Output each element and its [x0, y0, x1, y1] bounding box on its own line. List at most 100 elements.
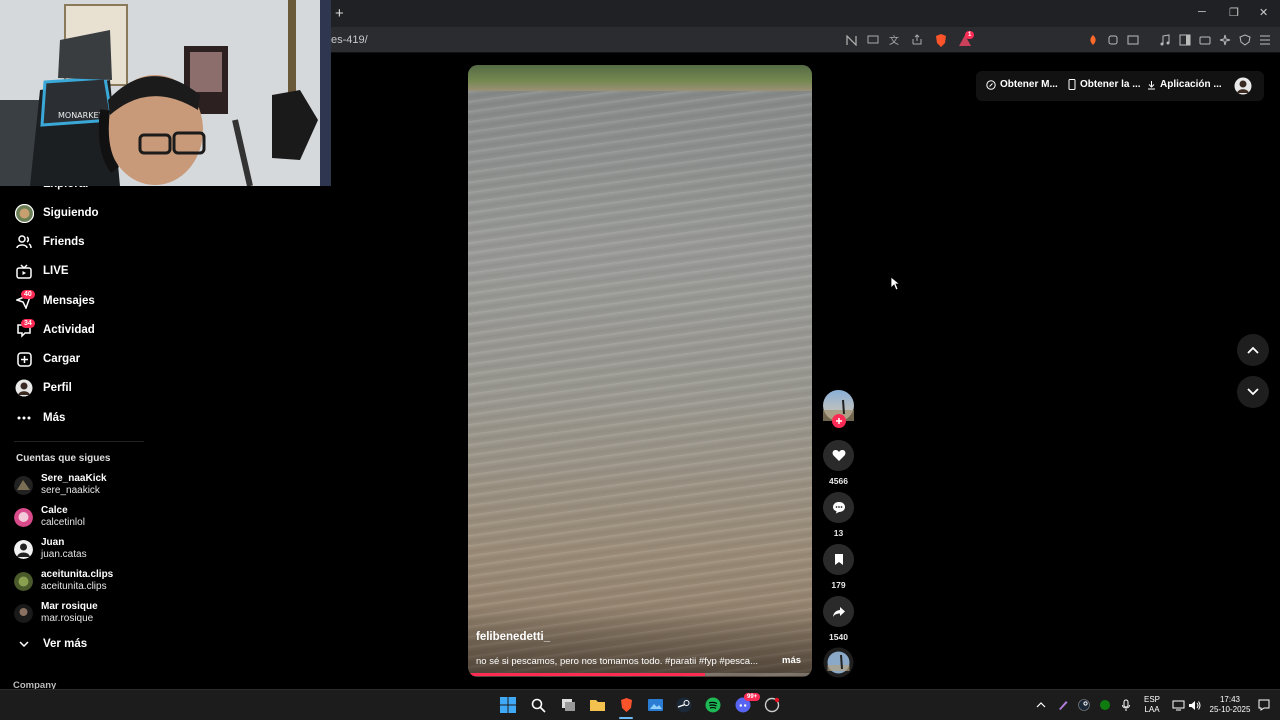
sidebar-item-following[interactable]: Siguiendo — [14, 202, 99, 224]
steam-tray-icon[interactable] — [1074, 695, 1094, 715]
sidebar-item-label: Friends — [43, 236, 85, 248]
plus-box-icon — [14, 349, 34, 369]
friends-icon — [14, 232, 34, 252]
sidebar-toggle-icon[interactable] — [1177, 32, 1193, 48]
chevron-down-icon — [14, 634, 34, 654]
share-button[interactable] — [823, 596, 854, 627]
steam-icon[interactable] — [674, 695, 694, 715]
xbox-tray-icon[interactable] — [1095, 695, 1115, 715]
see-more-button[interactable]: Ver más — [14, 633, 87, 655]
sidebar-item-more[interactable]: Más — [14, 407, 65, 429]
leo-ai-icon[interactable] — [1217, 32, 1233, 48]
sidebar-item-profile[interactable]: Perfil — [14, 377, 72, 399]
account-name: Juan — [41, 537, 65, 548]
fire-extension-icon[interactable] — [1085, 32, 1101, 48]
wallet-icon[interactable] — [1197, 32, 1213, 48]
comment-button[interactable] — [823, 492, 854, 523]
video-description: no sé si pescamos, pero nos tomamos todo… — [476, 656, 758, 667]
account-name: aceitunita.clips — [41, 569, 114, 580]
brave-browser-icon[interactable] — [616, 695, 636, 715]
language-code: ESP — [1143, 695, 1160, 704]
account-handle: aceitunita.clips — [41, 581, 107, 592]
get-more-button[interactable]: Obtener M... — [986, 79, 1058, 90]
spotify-icon[interactable] — [703, 695, 723, 715]
video-shoreline — [468, 65, 812, 91]
search-icon[interactable] — [528, 695, 548, 715]
download-icon — [1148, 80, 1155, 89]
sound-disc[interactable] — [823, 647, 854, 678]
sidebar-item-upload[interactable]: Cargar — [14, 348, 80, 370]
live-tv-icon — [14, 261, 34, 281]
follow-plus-button[interactable] — [832, 414, 846, 428]
previous-video-button[interactable] — [1237, 334, 1269, 366]
following-account[interactable]: Mar rosique mar.rosique — [14, 600, 98, 626]
account-avatar — [14, 507, 33, 527]
save-button[interactable] — [823, 544, 854, 575]
new-tab-button[interactable]: + — [335, 5, 344, 22]
clock[interactable]: 17:43 25-10-2025 — [1206, 695, 1254, 715]
get-app-button[interactable]: Obtener la ... — [1068, 79, 1141, 90]
tray-overflow-icon[interactable] — [1031, 695, 1051, 715]
microphone-icon[interactable] — [1116, 695, 1136, 715]
heart-icon — [832, 449, 845, 461]
sidebar-item-label: Mensajes — [43, 295, 95, 307]
close-window-button[interactable]: ✕ — [1259, 6, 1268, 19]
minimize-button[interactable]: ─ — [1198, 6, 1206, 18]
cast-icon[interactable] — [865, 32, 881, 48]
extensions-icon[interactable] — [1105, 32, 1121, 48]
game-bar-icon[interactable] — [762, 695, 782, 715]
share-icon[interactable] — [909, 32, 925, 48]
video-progress-bar[interactable] — [468, 673, 812, 676]
following-account[interactable]: Calce calcetinlol — [14, 504, 85, 530]
screenshot-icon[interactable] — [1125, 32, 1141, 48]
phone-icon — [1068, 79, 1076, 90]
comment-count: 13 — [833, 528, 844, 538]
vpn-icon[interactable] — [1237, 32, 1253, 48]
account-avatar — [14, 475, 33, 495]
sidebar-divider — [14, 441, 144, 442]
svg-text:文: 文 — [889, 34, 899, 46]
sidebar-item-friends[interactable]: Friends — [14, 231, 85, 253]
get-app-label: Obtener la ... — [1080, 79, 1141, 90]
account-avatar — [14, 539, 33, 559]
webcam-overlay: MONARKEY — [0, 0, 331, 186]
video-more-button[interactable]: más — [782, 655, 801, 666]
reader-mode-icon[interactable] — [843, 32, 859, 48]
user-avatar[interactable] — [1234, 77, 1252, 95]
download-app-button[interactable]: Aplicación ... — [1147, 79, 1222, 90]
media-icon[interactable] — [1157, 32, 1173, 48]
download-app-label: Aplicación ... — [1160, 79, 1222, 90]
url-text[interactable]: es-419/ — [331, 34, 368, 46]
sidebar-item-label: LIVE — [43, 265, 69, 277]
account-avatar — [14, 603, 33, 623]
keyboard-layout: LAA — [1144, 705, 1160, 714]
pen-tray-icon[interactable] — [1053, 695, 1073, 715]
webcam-image: MONARKEY — [0, 0, 331, 186]
input-language[interactable]: ESP LAA — [1140, 695, 1164, 715]
restore-button[interactable]: ❐ — [1229, 6, 1239, 19]
notifications-icon[interactable] — [1254, 695, 1274, 715]
like-count: 4566 — [829, 476, 848, 486]
volume-icon[interactable] — [1184, 695, 1204, 715]
video-player[interactable]: felibenedetti_ no sé si pescamos, pero n… — [468, 65, 812, 677]
following-account[interactable]: Sere_naaKick sere_naakick — [14, 472, 107, 498]
translate-icon[interactable]: 文 — [887, 32, 903, 48]
menu-icon[interactable] — [1257, 32, 1273, 48]
video-author[interactable]: felibenedetti_ — [476, 631, 550, 643]
sidebar-item-live[interactable]: LIVE — [14, 260, 69, 282]
active-app-indicator — [619, 717, 633, 719]
get-more-label: Obtener M... — [1000, 79, 1058, 90]
photos-app-icon[interactable] — [645, 695, 665, 715]
sidebar-item-label: Siguiendo — [43, 207, 99, 219]
windows-start-icon[interactable] — [498, 695, 518, 715]
following-account[interactable]: Juan juan.catas — [14, 536, 87, 562]
save-count: 179 — [831, 580, 846, 590]
brave-shields-icon[interactable] — [933, 32, 949, 48]
task-view-icon[interactable] — [558, 695, 578, 715]
like-button[interactable] — [823, 440, 854, 471]
next-video-button[interactable] — [1237, 376, 1269, 408]
following-account[interactable]: aceitunita.clips aceitunita.clips — [14, 568, 113, 594]
bookmark-icon — [834, 554, 843, 565]
file-explorer-icon[interactable] — [587, 695, 607, 715]
following-avatar-icon — [14, 203, 34, 223]
